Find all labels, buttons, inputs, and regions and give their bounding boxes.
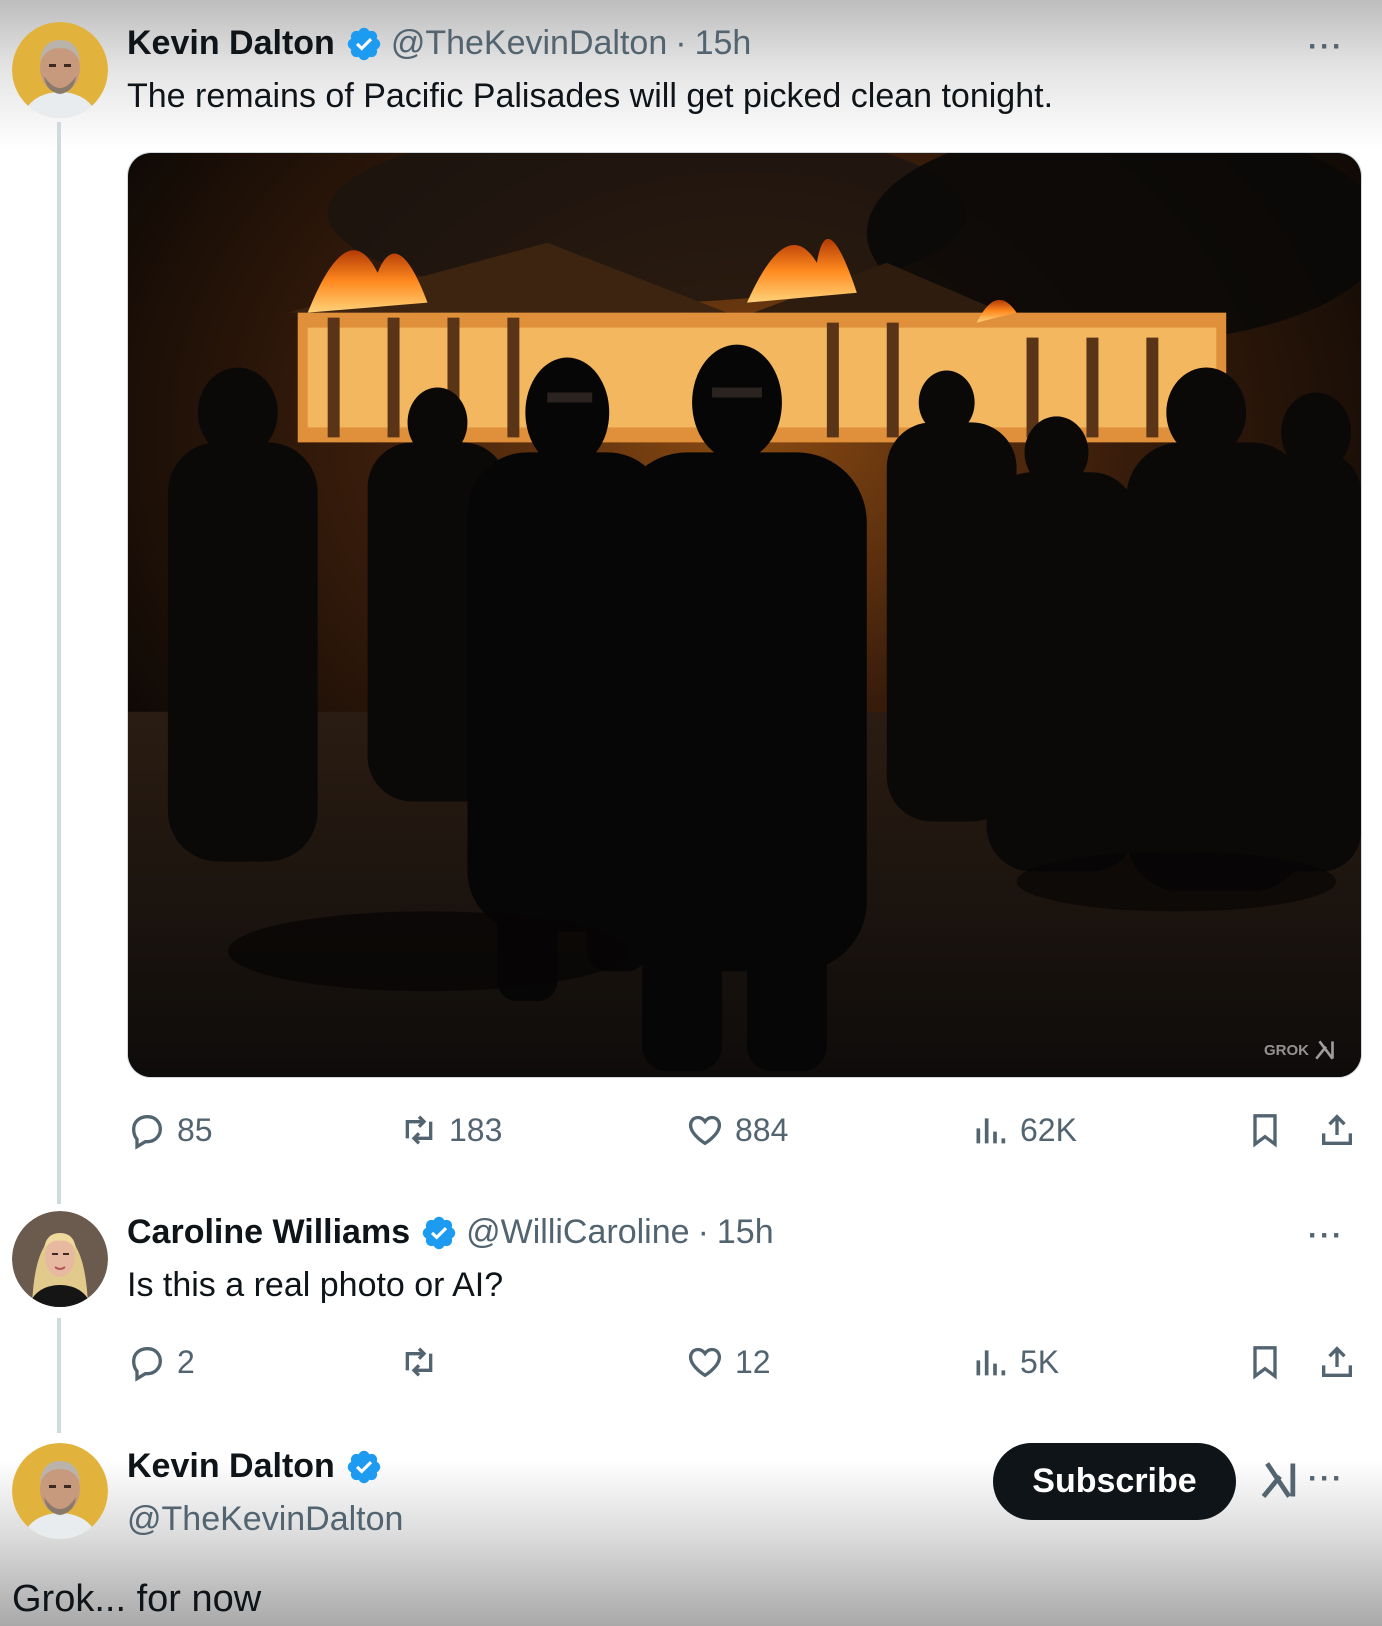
display-name[interactable]: Kevin Dalton — [127, 1447, 335, 1486]
more-options-button[interactable]: ··· — [1308, 30, 1344, 64]
share-icon — [1322, 1346, 1352, 1377]
handle[interactable]: @WilliCaroline — [466, 1213, 689, 1252]
separator: · — [675, 24, 687, 62]
avatar-caroline-image — [12, 1211, 108, 1307]
views-icon — [976, 1350, 1006, 1376]
watermark-text: GROK — [1264, 1041, 1309, 1059]
avatar-kevin-image — [12, 1443, 108, 1539]
tweet-header: Kevin Dalton — [127, 1447, 391, 1486]
thread-line — [57, 122, 61, 1204]
tweet-actions: 2 12 5K — [127, 1342, 1362, 1392]
more-options-button[interactable]: ··· — [1308, 1219, 1344, 1253]
more-options-button[interactable]: ··· — [1308, 1462, 1344, 1496]
separator: · — [697, 1213, 709, 1251]
views-count: 5K — [1020, 1343, 1060, 1380]
bookmark-icon — [1253, 1114, 1277, 1148]
like-button[interactable]: 884 — [685, 1110, 788, 1150]
timestamp[interactable]: 15h — [695, 24, 752, 63]
verified-badge-icon — [347, 1450, 381, 1483]
tweet-header: Caroline Williams @WilliCaroline · 15h — [127, 1213, 774, 1252]
like-icon — [688, 1347, 722, 1378]
tweet-actions: 85 183 884 62K — [127, 1110, 1362, 1160]
avatar[interactable] — [12, 22, 108, 118]
grok-logo-icon — [1315, 1040, 1334, 1060]
reply-icon — [131, 1115, 163, 1150]
verified-badge-icon — [347, 27, 381, 60]
repost-button[interactable] — [399, 1342, 449, 1382]
reply-button[interactable]: 85 — [127, 1110, 213, 1150]
share-button[interactable] — [1317, 1110, 1367, 1150]
reply-button[interactable]: 2 — [127, 1342, 195, 1382]
display-name[interactable]: Caroline Williams — [127, 1213, 410, 1252]
handle[interactable]: @TheKevinDalton — [127, 1500, 403, 1539]
top-fade — [0, 0, 1382, 150]
reply-icon — [131, 1347, 163, 1382]
repost-icon — [405, 1347, 433, 1377]
timestamp[interactable]: 15h — [717, 1213, 774, 1252]
views-icon — [976, 1118, 1006, 1144]
repost-icon — [405, 1115, 433, 1145]
bookmark-button[interactable] — [1245, 1110, 1295, 1150]
bookmark-icon — [1253, 1346, 1277, 1380]
grok-logo-icon[interactable] — [1258, 1458, 1302, 1502]
reply-count: 85 — [177, 1111, 213, 1148]
repost-count: 183 — [449, 1111, 503, 1148]
tweet-text: Grok... for now — [12, 1578, 262, 1620]
share-icon — [1322, 1114, 1352, 1145]
tweet-text: The remains of Pacific Palisades will ge… — [127, 77, 1054, 115]
like-count: 12 — [735, 1343, 771, 1380]
like-icon — [688, 1115, 722, 1146]
display-name[interactable]: Kevin Dalton — [127, 24, 335, 63]
tweet-text: Is this a real photo or AI? — [127, 1266, 504, 1304]
repost-button[interactable]: 183 — [399, 1110, 502, 1150]
burning-house-image — [128, 153, 1361, 1077]
like-count: 884 — [735, 1111, 789, 1148]
verified-badge-icon — [422, 1216, 456, 1249]
reply-count: 2 — [177, 1343, 195, 1380]
avatar-kevin-image — [12, 22, 108, 118]
bookmark-button[interactable] — [1245, 1342, 1295, 1382]
views-button[interactable]: 62K — [970, 1110, 1077, 1150]
tweet-header: Kevin Dalton @TheKevinDalton · 15h — [127, 24, 751, 63]
thread-line — [57, 1318, 61, 1433]
tweet-media-image[interactable]: GROK — [127, 152, 1362, 1078]
like-button[interactable]: 12 — [685, 1342, 771, 1382]
share-button[interactable] — [1317, 1342, 1367, 1382]
views-count: 62K — [1020, 1111, 1077, 1148]
views-button[interactable]: 5K — [970, 1342, 1059, 1382]
handle[interactable]: @TheKevinDalton — [391, 24, 667, 63]
subscribe-button[interactable]: Subscribe — [993, 1443, 1236, 1520]
avatar[interactable] — [12, 1443, 108, 1539]
grok-watermark: GROK — [1264, 1037, 1339, 1063]
avatar[interactable] — [12, 1211, 108, 1307]
